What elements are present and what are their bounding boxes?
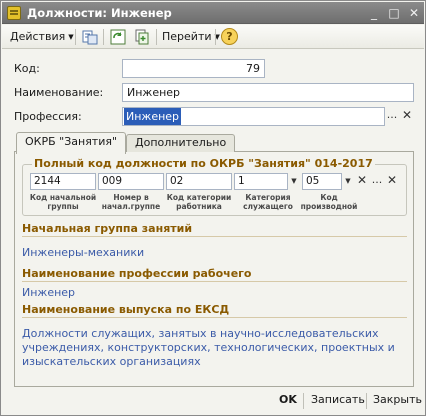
toolbar-separator	[215, 29, 216, 45]
code-label: Код:	[14, 62, 40, 75]
toolbar-separator	[103, 29, 104, 45]
form-window: Должности: Инженер _ □ ✕ Действия ▼ Перей…	[0, 0, 426, 416]
copy-document-icon[interactable]	[134, 29, 150, 45]
goto-menu-label: Перейти	[162, 30, 212, 43]
profession-select-button[interactable]: ...	[385, 107, 399, 126]
toolbar-separator	[75, 29, 76, 45]
ok-button[interactable]: OK	[279, 393, 297, 406]
name-label: Наименование:	[14, 86, 104, 99]
actions-menu[interactable]: Действия ▼	[10, 28, 74, 46]
help-button[interactable]: ?	[221, 28, 238, 45]
window-title: Должности: Инженер	[27, 6, 172, 20]
toolbar: Действия ▼ Перейти ▼ ?	[2, 25, 424, 49]
employee-category-field[interactable]: 1	[234, 173, 288, 190]
close-button[interactable]: Закрыть	[373, 393, 422, 406]
employee-category-label: Категория служащего	[243, 193, 293, 211]
save-button[interactable]: Записать	[311, 393, 365, 406]
initial-group-title: Начальная группа занятий	[22, 222, 193, 235]
section-divider	[22, 317, 407, 318]
maximize-button[interactable]: □	[386, 6, 402, 20]
eksd-title: Наименование выпуска по ЕКСД	[22, 303, 230, 316]
toolbar-separator	[156, 29, 157, 45]
okrb-code-group-title: Полный код должности по ОКРБ "Занятия" 0…	[32, 157, 375, 170]
derivative-code-clear-button[interactable]: ✕	[355, 173, 369, 190]
profession-field[interactable]: Инженер	[122, 107, 385, 126]
close-window-button[interactable]: ✕	[406, 6, 422, 20]
structure-subordination-icon[interactable]	[82, 29, 98, 45]
section-divider	[22, 281, 407, 282]
worker-profession-title: Наименование профессии рабочего	[22, 267, 252, 280]
group-number-label: Номер в начал.группе	[101, 193, 161, 211]
tab-okrb[interactable]: ОКРБ "Занятия"	[16, 132, 127, 154]
code-field[interactable]: 79	[122, 59, 265, 78]
minimize-button[interactable]: _	[366, 6, 382, 20]
goto-menu[interactable]: Перейти ▼	[162, 28, 220, 46]
initial-group-code-label: Код начальной группы	[29, 193, 97, 211]
actions-menu-label: Действия	[10, 30, 66, 43]
bottom-separator	[303, 393, 304, 409]
tab-additional[interactable]: Дополнительно	[126, 134, 236, 152]
initial-group-code-field[interactable]: 2144	[30, 173, 96, 190]
derivative-code-field[interactable]: 05	[302, 173, 342, 190]
chevron-down-icon: ▼	[68, 33, 74, 41]
group-number-field[interactable]: 009	[98, 173, 164, 190]
eksd-value[interactable]: Должности служащих, занятых в научно-исс…	[22, 327, 407, 369]
refresh-icon[interactable]	[110, 29, 126, 45]
initial-group-value[interactable]: Инженеры-механики	[22, 246, 144, 260]
profession-clear-button[interactable]: ✕	[400, 107, 414, 126]
profession-label: Профессия:	[14, 110, 82, 123]
okrb-code-clear-button[interactable]: ✕	[385, 173, 399, 190]
bottom-bar: OK Записать Закрыть	[2, 387, 424, 413]
bottom-separator	[366, 393, 367, 409]
profession-value: Инженер	[124, 108, 182, 125]
worker-category-code-label: Код категории работника	[166, 193, 232, 211]
section-divider	[22, 236, 407, 237]
title-bar: Должности: Инженер _ □ ✕	[2, 2, 424, 24]
derivative-code-select-button[interactable]: ...	[370, 173, 384, 190]
name-field[interactable]: Инженер	[122, 83, 414, 102]
derivative-code-label: Код производной	[300, 193, 358, 211]
employee-category-dropdown-button[interactable]: ▼	[287, 173, 301, 190]
catalog-icon	[7, 6, 21, 20]
worker-profession-value[interactable]: Инженер	[22, 286, 75, 300]
worker-category-code-field[interactable]: 02	[166, 173, 232, 190]
derivative-code-dropdown-button[interactable]: ▼	[341, 173, 355, 190]
